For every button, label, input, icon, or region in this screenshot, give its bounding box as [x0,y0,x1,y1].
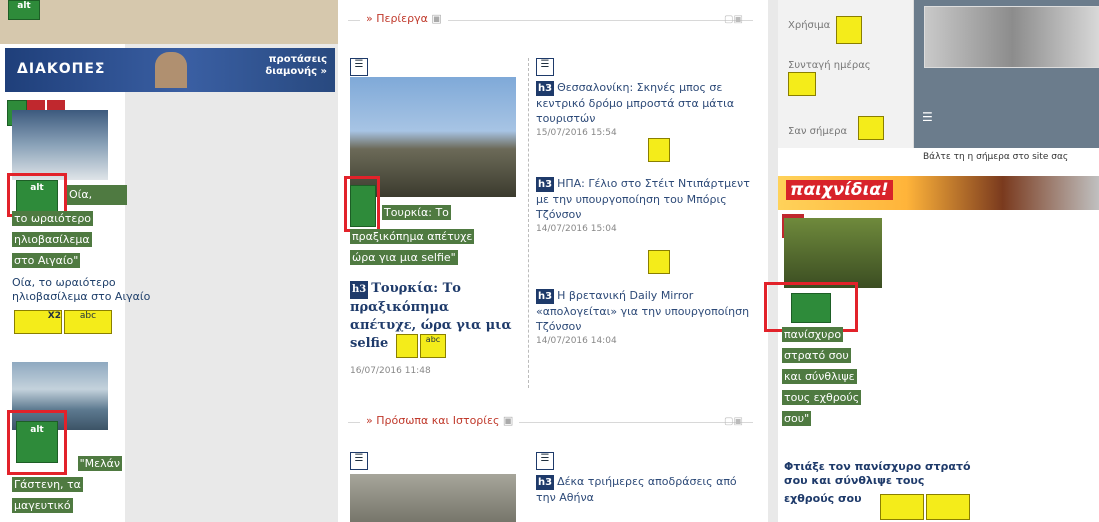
front-pages-image[interactable] [924,6,1099,68]
main-hl-line: Τουρκία: Το [382,205,451,220]
left-hl-line: Οία, [67,185,127,205]
x2-zoom-icon[interactable]: X2 [14,310,62,334]
alt-highlight-box-3 [344,176,380,232]
right-hl-line: σου" [782,411,812,426]
top-strip [0,0,340,44]
right-hl-line: στρατό σου [782,348,851,363]
main-hl-line: πραξικόπημα απέτυχε [350,229,475,244]
list-icon: ☰ [350,452,368,470]
utility-item[interactable]: Χρήσιμα [788,20,830,31]
main-hl-line: ώρα για μια selfie" [350,250,458,265]
news-title: Δέκα τριήμερες αποδράσεις από την Αθήνα [536,475,737,504]
news-item[interactable]: h3 Δέκα τριήμερες αποδράσεις από την Αθήν… [536,474,754,505]
h3-tag: h3 [350,281,369,299]
games-banner[interactable]: παιχνίδια! [778,176,1099,210]
section-title-periergia[interactable]: » Περίεργα ▣ [360,12,448,25]
list-icon: ☰ [922,110,933,124]
game-link-line2: σου και σύνθλιψε τους [784,474,925,487]
right-hl-line: πανίσχυρο [782,327,844,342]
embed-text[interactable]: Βάλτε τη η σήμερα στο site σας [923,152,1068,162]
left-hl-line: "Μελάν [77,456,122,471]
abc-text-icon[interactable]: abc [420,334,446,358]
left-highlight-block-2[interactable]: "Μελάν Γάστενη, τα μαγευτικό [12,455,122,515]
left-hl-line: Γάστενη, τα [12,477,83,492]
h3-tag: h3 [536,289,555,304]
road-photo[interactable] [350,474,516,522]
x2-zoom-icon[interactable] [648,138,670,162]
alt-image-icon[interactable]: alt [16,180,58,212]
section-title-prosopa[interactable]: » Πρόσωπα και Ιστορίες ▣ [360,414,520,427]
utility-item[interactable]: Συνταγή ημέρας [788,60,871,71]
alt-highlight-box-4 [764,282,858,332]
list-icon: ☰ [350,58,368,76]
main-story-highlight[interactable]: Τουρκία: Το [382,204,532,222]
abc-text-icon[interactable] [926,494,970,520]
right-column: Χρήσιμα Συνταγή ημέρας Σαν σήμερα ☰ Βάλτ… [764,0,1099,522]
abc-text-icon[interactable] [788,72,816,96]
oia-link-line2: ηλιοβασίλεμα στο Αιγαίο [12,290,151,303]
right-hl-line: τους εχθρούς [782,390,862,405]
news-date: 14/07/2016 14:04 [536,336,617,346]
left-hl-line: ηλιοβασίλεμα [12,232,92,247]
section-controls[interactable]: ▢▣ [724,14,743,25]
section1-title-text: Περίεργα [376,12,428,25]
news-date: 14/07/2016 15:04 [536,224,617,234]
news-title: Θεσσαλονίκη: Σκηνές μπος σε κεντρικό δρό… [536,81,735,125]
x2-zoom-icon[interactable] [880,494,924,520]
abc-text-icon[interactable] [858,116,884,140]
right-hl-line: και σύνθλιψε [782,369,857,384]
oia-photo[interactable] [12,110,108,180]
h3-tag: h3 [536,81,555,96]
utility-box: Χρήσιμα Συνταγή ημέρας Σαν σήμερα [778,0,914,148]
utility-item[interactable]: Σαν σήμερα [788,126,847,137]
right-highlight-block[interactable]: πανίσχυρο στρατό σου και σύνθλιψε τους ε… [782,326,892,428]
news-title: ΗΠΑ: Γέλιο στο Στέιτ Ντιπάρτμεντ με την … [536,177,750,221]
news-item[interactable]: h3 ΗΠΑ: Γέλιο στο Στέιτ Ντιπάρτμεντ με τη… [536,176,754,237]
x2-zoom-icon[interactable] [396,334,418,358]
left-hl-line: το ωραιότερο [12,211,94,226]
games-banner-title: παιχνίδια! [786,180,893,200]
diakopes-banner[interactable]: ΔΙΑΚΟΠΕΣ προτάσεις διαμονής » [5,48,335,92]
banner-tag-line2: διαμονής » [265,66,327,77]
h3-tag: h3 [536,475,555,490]
banner-logo: ΔΙΑΚΟΠΕΣ [17,61,106,77]
main-story-highlight-2[interactable]: πραξικόπημα απέτυχε ώρα για μια selfie" [350,228,520,267]
section-controls[interactable]: ▢▣ [724,416,743,427]
widget-panel: ☰ [914,0,1099,148]
left-hl-line: μαγευτικό [12,498,73,513]
list-icon: ☰ [536,58,554,76]
oia-link[interactable]: Οία, το ωραιότερο ηλιοβασίλεμα στο Αιγαί… [12,276,202,304]
banner-tag-line1: προτάσεις [268,54,327,65]
alt-icon[interactable]: alt [8,0,40,20]
left-hl-line: στο Αιγαίο" [12,253,81,268]
alt-image-icon[interactable] [350,185,376,227]
banner-tagline: προτάσεις διαμονής » [265,54,327,78]
game-link-line1: Φτιάξε τον πανίσχυρο στρατό [784,460,971,473]
h3-tag: h3 [536,177,555,192]
news-item[interactable]: h3 Θεσσαλονίκη: Σκηνές μπος σε κεντρικό δ… [536,80,754,141]
church-icon [155,52,187,88]
game-photo[interactable] [784,218,882,288]
news-date: 15/07/2016 15:54 [536,128,617,138]
list-icon: ☰ [536,452,554,470]
main-story-date: 16/07/2016 11:48 [350,366,431,376]
news-title: Η βρετανική Daily Mirror «απολογείται» γ… [536,289,750,333]
column-separator [528,58,529,388]
oia-link-line1: Οία, το ωραιότερο [12,276,116,289]
section2-title-text: Πρόσωπα και Ιστορίες [376,414,500,427]
news-item[interactable]: h3 Η βρετανική Daily Mirror «απολογείται»… [536,288,754,349]
alt-image-icon[interactable] [791,293,831,323]
abc-text-icon[interactable]: abc [64,310,112,334]
middle-column: » Περίεργα ▣ ▢▣ ☰ Τουρκία: Το πραξικόπημ… [338,0,768,522]
x2-zoom-icon[interactable] [648,250,670,274]
left-highlight-block[interactable]: το ωραιότερο ηλιοβασίλεμα στο Αιγαίο" [12,210,122,270]
left-highlight-text[interactable]: Οία, [67,185,127,205]
left-column: alt ΔΙΑΚΟΠΕΣ προτάσεις διαμονής » alt Οί… [0,0,340,522]
abc-text-icon[interactable] [836,16,862,44]
